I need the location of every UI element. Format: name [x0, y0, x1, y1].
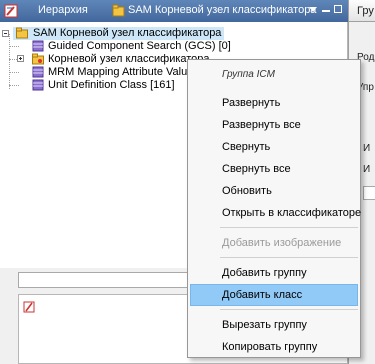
menu-item-add-image: Добавить изображение [222, 237, 342, 249]
class-icon [32, 66, 44, 78]
tree-connector [9, 85, 19, 86]
tab-group[interactable]: Гру [349, 0, 375, 22]
right-pane-label: И [363, 143, 371, 154]
hierarchy-icon [4, 4, 18, 18]
tree-connector [9, 46, 19, 47]
group-icon [32, 53, 44, 65]
menu-item-add-group[interactable]: Добавить группу [190, 262, 358, 284]
menu-item-expand[interactable]: Развернуть [190, 92, 358, 114]
tab-group-label: Гру [357, 5, 374, 17]
menu-item-add-class[interactable]: Добавить класс [190, 284, 358, 306]
menu-item-open-in-classifier[interactable]: Открыть в классификаторе [190, 202, 361, 224]
menu-item-collapse-all[interactable]: Свернуть все [190, 158, 358, 180]
menu-item-cut-group[interactable]: Вырезать группу [190, 314, 358, 336]
node-dropdown-arrow-icon[interactable] [309, 7, 317, 12]
classifier-root-icon [16, 27, 28, 39]
right-pane-label: И [363, 164, 371, 175]
current-node-label[interactable]: SAM Корневой узел классификатора [128, 4, 316, 16]
tree-item-gcs[interactable]: Guided Component Search (GCS) [0] [32, 40, 231, 53]
right-pane-field[interactable] [363, 186, 375, 200]
menu-separator [220, 309, 358, 310]
menu-item-refresh[interactable]: Обновить [190, 180, 358, 202]
maximize-icon[interactable] [334, 5, 342, 13]
tree-item-label: MRM Mapping Attribute Value [48, 66, 194, 78]
tree-connector [9, 72, 19, 73]
tree-item-mrm[interactable]: MRM Mapping Attribute Value [32, 66, 193, 79]
expand-icon[interactable] [17, 55, 24, 62]
classifier-node-icon [112, 4, 125, 17]
minimize-icon[interactable] [322, 10, 330, 12]
collapse-root-icon[interactable] [2, 30, 9, 37]
context-menu-header: Группа ICM [222, 69, 275, 80]
class-icon [32, 79, 44, 91]
tree-item-classifier-root[interactable]: Корневой узел классификатора [32, 53, 210, 66]
details-icon [23, 301, 35, 313]
menu-item-expand-all[interactable]: Развернуть все [190, 114, 358, 136]
menu-separator [220, 227, 358, 228]
context-menu: Группа ICM Развернуть Развернуть все Све… [187, 59, 361, 358]
tree-connector [9, 34, 10, 89]
tree-item-root[interactable]: SAM Корневой узел классификатора [13, 27, 225, 40]
tree-item-unit-definition[interactable]: Unit Definition Class [161] [32, 79, 175, 92]
tree-item-label: Unit Definition Class [161] [48, 79, 175, 91]
menu-separator [220, 257, 358, 258]
hierarchy-titlebar: Иерархия SAM Корневой узел классификатор… [0, 0, 348, 22]
menu-item-copy-group[interactable]: Копировать группу [190, 336, 358, 358]
class-icon [32, 40, 44, 52]
hierarchy-title: Иерархия [38, 4, 88, 16]
tree-item-label: Guided Component Search (GCS) [0] [48, 40, 231, 52]
tree-item-label: Корневой узел классификатора [48, 53, 210, 65]
menu-item-collapse[interactable]: Свернуть [190, 136, 358, 158]
tree-item-label: SAM Корневой узел классификатора [33, 27, 222, 39]
